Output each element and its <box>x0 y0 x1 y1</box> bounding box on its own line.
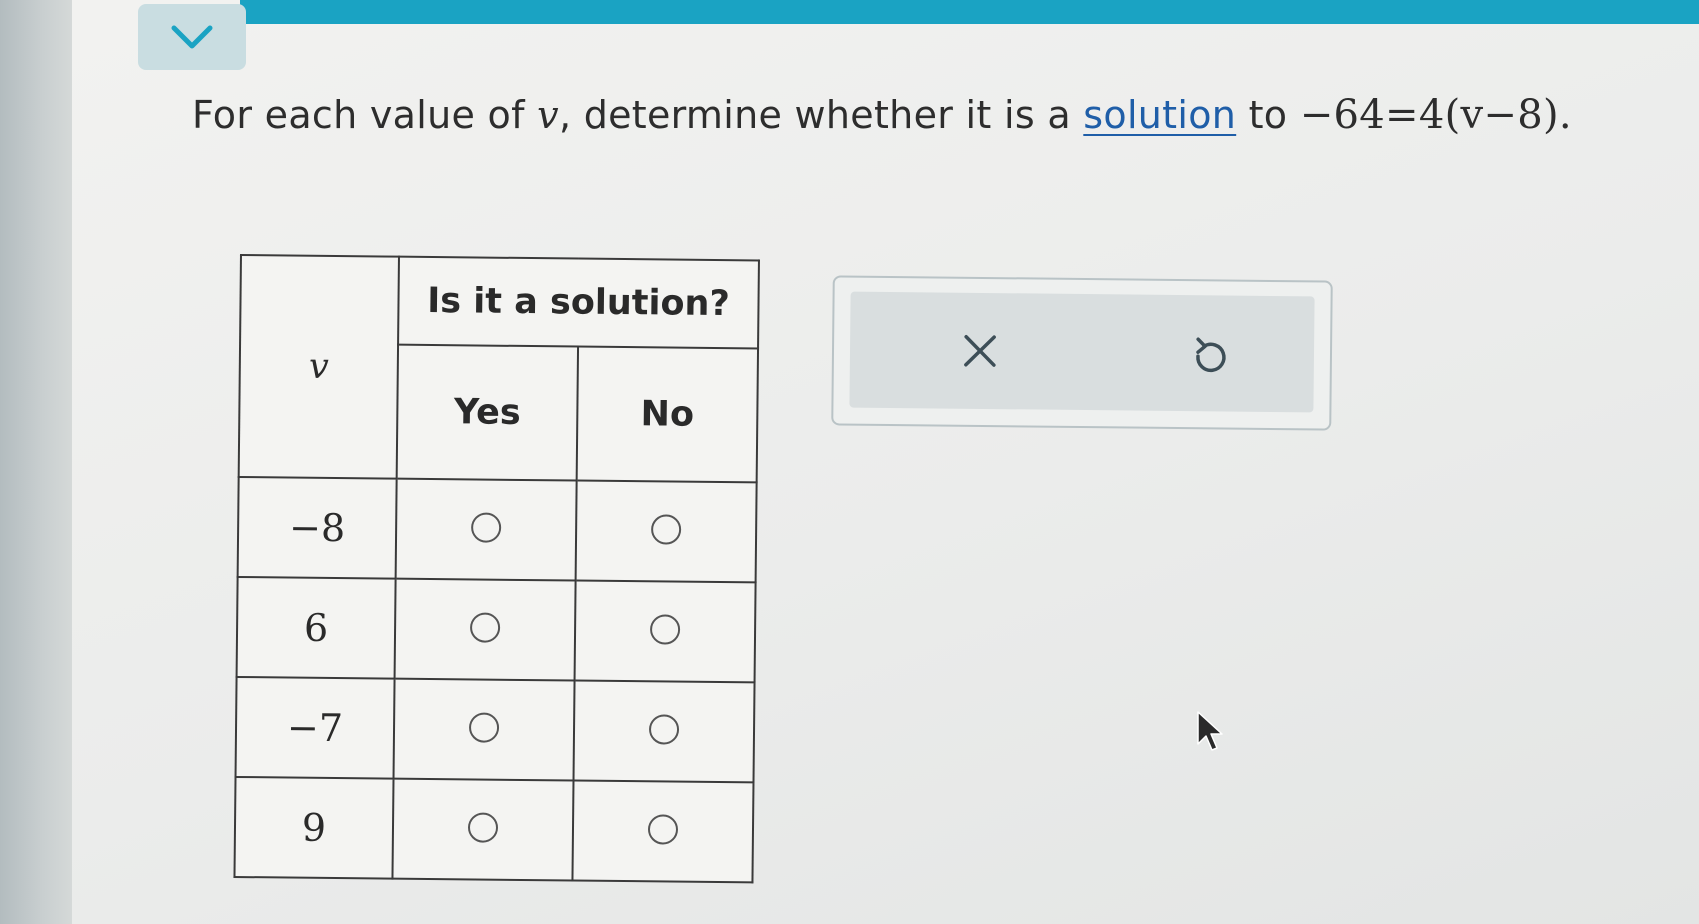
row-value: 9 <box>234 776 394 879</box>
chevron-down-icon <box>171 25 213 49</box>
top-accent-bar <box>240 0 1699 24</box>
solution-table: v Is it a solution? Yes No −8 6 −7 9 <box>233 254 760 884</box>
table-row: 9 <box>234 776 754 883</box>
action-panel <box>831 275 1333 431</box>
no-radio[interactable] <box>648 714 680 745</box>
no-radio[interactable] <box>650 514 682 545</box>
yes-radio[interactable] <box>470 512 502 543</box>
row-value: −7 <box>235 676 395 779</box>
yes-radio[interactable] <box>468 712 500 743</box>
yes-cell <box>392 778 574 881</box>
question-variable: v <box>537 93 559 137</box>
no-cell <box>572 780 754 883</box>
row-value: 6 <box>236 576 396 679</box>
yes-cell <box>394 578 576 681</box>
yes-cell <box>395 478 577 581</box>
row-value: −8 <box>237 476 397 579</box>
yes-radio[interactable] <box>467 812 499 843</box>
solution-column-header: Is it a solution? <box>398 256 759 349</box>
table-row: −7 <box>235 676 755 783</box>
table-row: −8 <box>237 476 757 583</box>
question-middle: , determine whether it is a <box>558 93 1084 137</box>
no-cell <box>573 680 755 783</box>
table-row: 6 <box>236 576 756 683</box>
question-text: For each value of v, determine whether i… <box>192 92 1572 138</box>
no-cell <box>574 580 756 683</box>
question-prefix: For each value of <box>192 93 538 137</box>
yes-cell <box>393 678 575 781</box>
close-icon <box>964 335 996 367</box>
question-equation: −64=4(v−8). <box>1299 92 1572 138</box>
solution-link[interactable]: solution <box>1083 93 1236 137</box>
no-cell <box>575 480 757 583</box>
no-radio[interactable] <box>647 814 679 845</box>
variable-column-header: v <box>238 255 399 479</box>
yes-column-header: Yes <box>396 344 579 481</box>
no-radio[interactable] <box>649 614 681 645</box>
screen-bezel <box>0 0 72 924</box>
collapse-button[interactable] <box>138 4 246 70</box>
clear-button[interactable] <box>956 327 1005 376</box>
action-panel-inner <box>849 291 1315 413</box>
solution-table-container: v Is it a solution? Yes No −8 6 −7 9 <box>233 254 760 884</box>
undo-button[interactable] <box>1186 331 1235 380</box>
mouse-pointer-icon <box>1196 710 1226 758</box>
no-column-header: No <box>576 346 759 483</box>
undo-icon <box>1196 337 1226 373</box>
yes-radio[interactable] <box>469 612 501 643</box>
question-suffix: to <box>1236 93 1300 137</box>
